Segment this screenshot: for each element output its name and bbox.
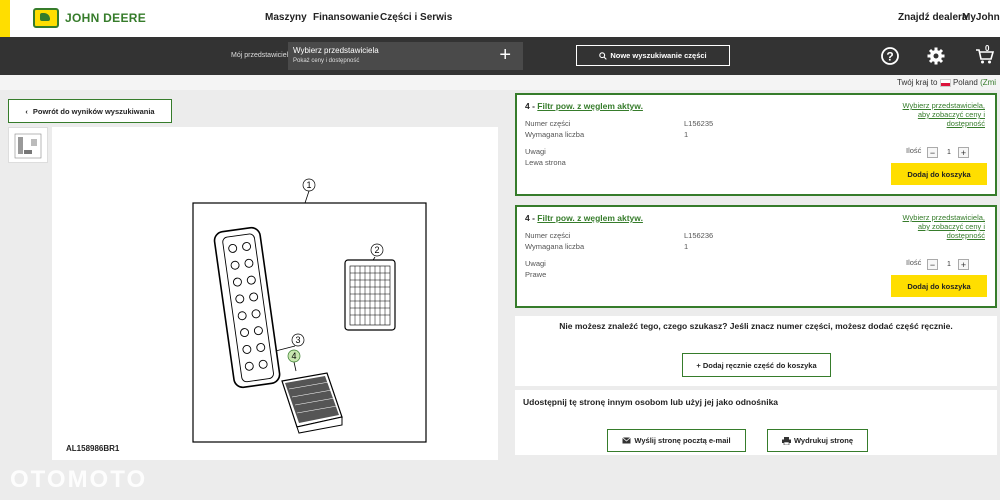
dealer-label: Mój przedstawiciel <box>231 52 289 59</box>
find-dealer-link[interactable]: Znajdź dealera <box>898 12 967 23</box>
part-title: 4 - Filtr pow. z węglem aktyw. <box>525 101 643 111</box>
cart-count-badge: 0 <box>985 44 990 53</box>
part-number: L156235 <box>684 119 714 128</box>
part-prefix: 4 - <box>525 101 535 111</box>
poland-flag-icon <box>939 78 951 87</box>
country-label: Twój kraj to <box>897 78 938 87</box>
select-dealer-link[interactable]: Wybierz przedstawiciela, aby zobaczyć ce… <box>895 101 985 128</box>
nav-item-parts-service[interactable]: Części i Serwis <box>380 12 452 23</box>
required-qty-label: Wymagana liczba <box>525 242 585 251</box>
required-qty: 1 <box>684 242 689 251</box>
notes-value: Prawe <box>525 270 547 279</box>
callout-4[interactable]: 4 <box>291 351 296 361</box>
diagram-reference: AL158986BR1 <box>66 444 120 453</box>
quantity-increase-button[interactable]: + <box>958 147 969 158</box>
quantity-increase-button[interactable]: + <box>958 259 969 270</box>
deer-logo-icon <box>33 8 59 28</box>
add-to-cart-button[interactable]: Dodaj do koszyka <box>891 275 987 297</box>
otomoto-watermark: OTOMOTO <box>10 466 148 493</box>
country-info: Twój kraj to Poland (Zmi <box>897 78 996 87</box>
page-footer <box>0 460 1000 500</box>
part-card: 4 - Filtr pow. z węglem aktyw. Numer czę… <box>515 205 997 308</box>
new-parts-search-label: Nowe wyszukiwanie części <box>610 51 707 60</box>
part-title: 4 - Filtr pow. z węglem aktyw. <box>525 213 643 223</box>
add-part-manually-button[interactable]: + Dodaj ręcznie część do koszyka <box>682 353 831 377</box>
required-qty: 1 <box>684 130 689 139</box>
notes-label: Uwagi <box>525 259 546 268</box>
parts-diagram: 1 2 3 4 AL158986BR1 <box>52 127 498 460</box>
new-parts-search-button[interactable]: Nowe wyszukiwanie części <box>576 45 730 66</box>
printer-icon <box>781 436 791 445</box>
back-to-results-label: Powrót do wyników wyszukiwania <box>32 106 155 116</box>
quantity-decrease-button[interactable]: − <box>927 147 938 158</box>
manual-add-message: Nie możesz znaleźć tego, czego szukasz? … <box>559 321 953 331</box>
quantity-label: Ilość <box>906 146 922 155</box>
callout-3[interactable]: 3 <box>295 335 300 345</box>
help-icon[interactable]: ? <box>880 46 900 71</box>
my-john-deere-link[interactable]: MyJohnDe <box>962 12 1000 23</box>
part-prefix: 4 - <box>525 213 535 223</box>
part-name-link[interactable]: Filtr pow. z węglem aktyw. <box>537 101 643 111</box>
back-to-results-button[interactable]: ‹ Powrót do wyników wyszukiwania <box>8 99 172 123</box>
country-bar: Twój kraj to Poland (Zmi <box>0 75 1000 90</box>
part-number: L156236 <box>684 231 714 240</box>
envelope-icon <box>622 437 632 444</box>
top-navigation-bar: JOHN DEERE Maszyny Finansowanie Części i… <box>0 0 1000 37</box>
parts-illustration: 1 2 3 4 <box>192 178 427 443</box>
search-icon <box>599 51 608 60</box>
svg-text:?: ? <box>886 50 893 64</box>
dealer-selector[interactable]: Wybierz przedstawiciela Pokaż ceny i dos… <box>288 42 523 70</box>
email-page-label: Wyślij stronę pocztą e-mail <box>634 436 731 445</box>
part-name-link[interactable]: Filtr pow. z węglem aktyw. <box>537 213 643 223</box>
john-deere-logo[interactable]: JOHN DEERE <box>33 8 146 28</box>
email-page-button[interactable]: Wyślij stronę pocztą e-mail <box>607 429 746 452</box>
change-country-link[interactable]: (Zmi <box>980 78 996 87</box>
required-qty-label: Wymagana liczba <box>525 130 585 139</box>
quantity-input[interactable]: 1 <box>940 147 958 158</box>
add-to-cart-button[interactable]: Dodaj do koszyka <box>891 163 987 185</box>
select-dealer-link[interactable]: Wybierz przedstawiciela, aby zobaczyć ce… <box>895 213 985 240</box>
nav-item-financing[interactable]: Finansowanie <box>313 12 379 23</box>
notes-label: Uwagi <box>525 147 546 156</box>
filter-element-2 <box>344 259 396 331</box>
brand-stripe <box>0 0 10 37</box>
part-number-label: Numer części <box>525 231 571 240</box>
callout-2[interactable]: 2 <box>374 245 379 255</box>
manual-add-panel: Nie możesz znaleźć tego, czego szukasz? … <box>515 316 997 386</box>
gear-icon[interactable] <box>926 46 946 71</box>
chevron-left-icon: ‹ <box>25 106 28 116</box>
quantity-label: Ilość <box>906 258 922 267</box>
share-title: Udostępnij tę stronę innym osobom lub uż… <box>523 397 779 407</box>
callout-1[interactable]: 1 <box>306 180 311 190</box>
notes-value: Lewa strona <box>525 158 566 167</box>
part-number-label: Numer części <box>525 119 571 128</box>
quantity-input[interactable]: 1 <box>940 259 958 270</box>
logo-text: JOHN DEERE <box>65 11 147 25</box>
diagram-thumbnail[interactable] <box>8 127 48 163</box>
dealer-selector-title: Wybierz przedstawiciela <box>293 46 379 55</box>
country-name: Poland <box>952 78 978 87</box>
print-page-label: Wydrukuj stronę <box>793 436 854 445</box>
part-card: 4 - Filtr pow. z węglem aktyw. Numer czę… <box>515 93 997 196</box>
quantity-decrease-button[interactable]: − <box>927 259 938 270</box>
print-page-button[interactable]: Wydrukuj stronę <box>767 429 868 452</box>
dealer-selector-subtitle: Pokaż ceny i dostępność <box>293 58 360 64</box>
nav-item-machines[interactable]: Maszyny <box>265 12 307 23</box>
share-panel: Udostępnij tę stronę innym osobom lub uż… <box>515 390 997 455</box>
plus-icon: + <box>499 44 511 66</box>
